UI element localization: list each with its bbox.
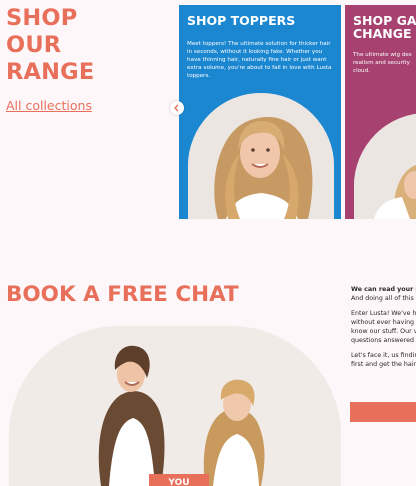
two-women-image: YOU (9, 326, 341, 486)
toppers-model-photo (188, 93, 334, 219)
card-description: The ultimate wig des realism and securit… (353, 51, 416, 75)
range-heading-line: SHOP (6, 5, 78, 31)
card-title: SHOP GA CHANGE (353, 14, 416, 40)
photo-badge-text: YOU (167, 478, 189, 486)
carousel-prev-button[interactable] (170, 101, 184, 115)
chat-text-line: Let's face it, us findin (351, 352, 416, 359)
chat-text-line: And doing all of this (351, 295, 414, 302)
chat-text-line: Enter Lusta! We've h (351, 310, 416, 317)
chat-text-line: questions answered (351, 337, 414, 344)
book-chat-heading: BOOK A FREE CHAT (6, 282, 239, 307)
chat-text-line: We can read your m (351, 286, 416, 293)
range-heading: SHOP OUR RANGE (6, 5, 94, 86)
chat-text-line: first and get the hair (351, 361, 416, 368)
chat-description: We can read your m And doing all of this… (351, 285, 416, 369)
card-description: Meet toppers! The ultimate solution for … (187, 41, 332, 79)
book-chat-button[interactable] (350, 402, 416, 422)
card-description-line: realism and security (353, 60, 410, 66)
card-description-line: cloud. (353, 68, 370, 74)
chevron-left-icon (174, 104, 179, 112)
woman-portrait-image (188, 93, 334, 219)
range-heading-line: OUR (6, 32, 62, 58)
chat-text-line: without ever having (351, 319, 415, 326)
game-changer-model-photo (354, 113, 416, 219)
card-title: SHOP TOPPERS (187, 13, 296, 28)
all-collections-link[interactable]: All collections (6, 98, 92, 113)
chat-text-line: know our stuff. Our v (351, 328, 416, 335)
range-heading-line: RANGE (6, 59, 95, 85)
shop-toppers-card[interactable]: SHOP TOPPERS Meet toppers! The ultimate … (179, 5, 341, 219)
chat-models-photo: YOU (9, 326, 341, 486)
card-title-line: CHANGE (353, 26, 412, 41)
card-description-line: The ultimate wig des (353, 52, 412, 58)
woman-portrait-image (354, 113, 416, 219)
shop-game-changer-card[interactable]: SHOP GA CHANGE The ultimate wig des real… (345, 5, 416, 219)
